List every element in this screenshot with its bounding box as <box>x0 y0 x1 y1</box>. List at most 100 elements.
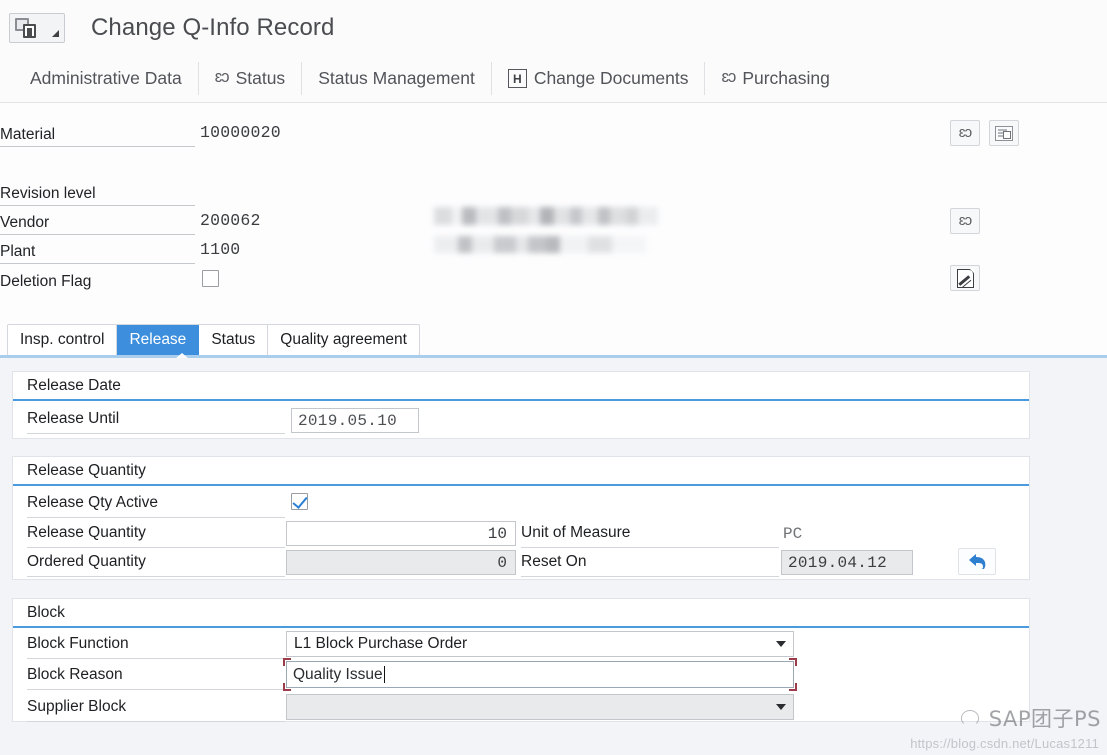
watermark-url: https://blog.csdn.net/Lucas1211 <box>910 736 1099 751</box>
watermark: SAP团子PS <box>957 703 1101 733</box>
tab-quality-agreement[interactable]: Quality agreement <box>268 325 419 355</box>
release-until-input[interactable]: 2019.05.10 <box>291 408 419 433</box>
supplier-block-label: Supplier Block <box>27 693 285 722</box>
text-cursor <box>383 666 385 683</box>
block-reason-input[interactable]: Quality Issue <box>286 661 794 688</box>
nav-item-change-documents[interactable]: H Change Documents <box>492 55 705 103</box>
tab-content-release: Release Date Release Until 2019.05.10 Re… <box>0 358 1107 755</box>
pencil-document-icon <box>956 267 975 288</box>
block-reason-label: Block Reason <box>27 661 285 690</box>
field-row-release-qty-active: Release Qty Active <box>13 486 1029 519</box>
release-quantity-input[interactable]: 10 <box>286 521 516 546</box>
block-function-value: L1 Block Purchase Order <box>294 635 468 652</box>
title-bar: Change Q-Info Record <box>0 0 1107 55</box>
ordered-quantity-input: 0 <box>286 550 516 575</box>
q-info-record-glyph <box>14 17 40 39</box>
nav-label: Administrative Data <box>30 68 182 88</box>
tab-status[interactable]: Status <box>199 325 269 355</box>
group-title-release-date: Release Date <box>13 372 1029 401</box>
release-qty-active-checkbox[interactable] <box>291 493 308 510</box>
group-title-block: Block <box>13 599 1029 628</box>
plant-value[interactable]: 1100 <box>200 240 240 259</box>
field-row-revision-level: Revision level <box>0 177 200 206</box>
chevron-down-icon[interactable] <box>52 29 59 37</box>
vendor-label: Vendor <box>0 206 195 235</box>
group-title-release-quantity: Release Quantity <box>13 457 1029 486</box>
unit-of-measure-value: PC <box>783 524 803 543</box>
navigation-bar: Administrative Data ɛɔ Status Status Man… <box>0 55 1107 103</box>
tab-strip: Insp. control Release Status Quality agr… <box>7 324 420 356</box>
display-vendor-glasses-button[interactable]: ɛɔ <box>950 120 980 146</box>
reset-undo-button[interactable] <box>958 548 996 575</box>
deletion-flag-checkbox[interactable] <box>202 270 219 287</box>
vendor-value[interactable]: 200062 <box>200 211 261 230</box>
chevron-down-icon[interactable] <box>776 704 786 710</box>
release-qty-active-label: Release Qty Active <box>27 489 285 518</box>
reset-on-input: 2019.04.12 <box>781 550 913 575</box>
release-until-label: Release Until <box>27 405 285 434</box>
release-quantity-label: Release Quantity <box>27 519 285 548</box>
material-label: Material <box>0 118 195 147</box>
edit-document-button[interactable] <box>950 265 980 291</box>
glasses-icon: ɛɔ <box>958 123 972 141</box>
tab-label: Insp. control <box>20 331 105 348</box>
display-vendor-glasses-button-2[interactable]: ɛɔ <box>950 208 980 234</box>
field-row-deletion-flag: Deletion Flag <box>0 264 219 293</box>
nav-item-purchasing[interactable]: ɛɔ Purchasing <box>705 55 845 103</box>
field-row-plant: Plant 1100 <box>0 235 240 264</box>
glasses-icon: ɛɔ <box>214 68 230 87</box>
nav-label: Purchasing <box>742 68 830 88</box>
field-row-block-function: Block Function L1 Block Purchase Order <box>13 628 1029 659</box>
watermark-logo-icon <box>957 707 983 729</box>
revision-level-label: Revision level <box>0 177 195 206</box>
tab-insp-control[interactable]: Insp. control <box>8 325 118 355</box>
material-value[interactable]: 10000020 <box>200 123 281 142</box>
chevron-down-icon[interactable] <box>776 641 786 647</box>
group-release-date: Release Date Release Until 2019.05.10 <box>12 371 1030 439</box>
page-title: Change Q-Info Record <box>91 13 335 41</box>
screen-icon <box>995 125 1013 141</box>
field-row-ordered-quantity: Ordered Quantity 0 Reset On 2019.04.12 <box>13 548 1029 577</box>
deletion-flag-label: Deletion Flag <box>0 273 92 290</box>
reset-on-label: Reset On <box>521 548 779 577</box>
block-reason-focus-ring: Quality Issue <box>283 658 797 691</box>
tab-label: Release <box>129 331 187 348</box>
block-function-select[interactable]: L1 Block Purchase Order <box>286 631 794 657</box>
tab-label: Quality agreement <box>280 331 407 348</box>
nav-label: Change Documents <box>533 68 689 88</box>
supplier-block-select[interactable] <box>286 694 794 720</box>
tab-label: Status <box>211 331 256 348</box>
h-document-icon: H <box>507 69 527 88</box>
nav-item-status[interactable]: ɛɔ Status <box>199 55 301 103</box>
plant-label: Plant <box>0 235 195 264</box>
field-row-release-until: Release Until 2019.05.10 <box>13 401 1029 440</box>
field-row-material: Material 10000020 <box>0 118 281 147</box>
field-row-release-quantity: Release Quantity 10 Unit of Measure PC <box>13 519 1029 548</box>
group-release-quantity: Release Quantity Release Qty Active Rele… <box>12 456 1030 580</box>
focus-bracket-top-right <box>789 658 797 666</box>
group-block: Block Block Function L1 Block Purchase O… <box>12 598 1030 722</box>
q-info-record-icon[interactable] <box>9 12 65 43</box>
block-function-label: Block Function <box>27 630 285 659</box>
field-row-vendor: Vendor 200062 <box>0 206 261 235</box>
unit-of-measure-label: Unit of Measure <box>521 519 779 548</box>
nav-item-status-management[interactable]: Status Management <box>302 55 491 103</box>
ordered-quantity-label: Ordered Quantity <box>27 548 285 577</box>
field-row-block-reason: Block Reason Quality Issue <box>13 658 1029 691</box>
masked-vendor-name <box>434 207 658 225</box>
undo-arrow-icon <box>969 553 986 569</box>
nav-label: Status Management <box>318 68 475 88</box>
watermark-brand: SAP团子PS <box>988 707 1101 731</box>
block-reason-value: Quality Issue <box>293 665 383 683</box>
focus-bracket-top-left <box>283 658 291 666</box>
glasses-icon: ɛɔ <box>721 68 736 87</box>
field-row-supplier-block: Supplier Block <box>13 690 1029 722</box>
display-material-screen-button[interactable] <box>989 120 1019 146</box>
nav-item-administrative-data[interactable]: Administrative Data <box>0 55 198 103</box>
sap-change-q-info-record-window: Change Q-Info Record Administrative Data… <box>0 0 1107 755</box>
glasses-icon: ɛɔ <box>958 211 972 229</box>
masked-vendor-address <box>434 236 646 253</box>
header-form: Material 10000020 Revision level Vendor … <box>0 104 1107 309</box>
nav-label: Status <box>235 68 286 88</box>
tab-release[interactable]: Release <box>117 325 200 355</box>
